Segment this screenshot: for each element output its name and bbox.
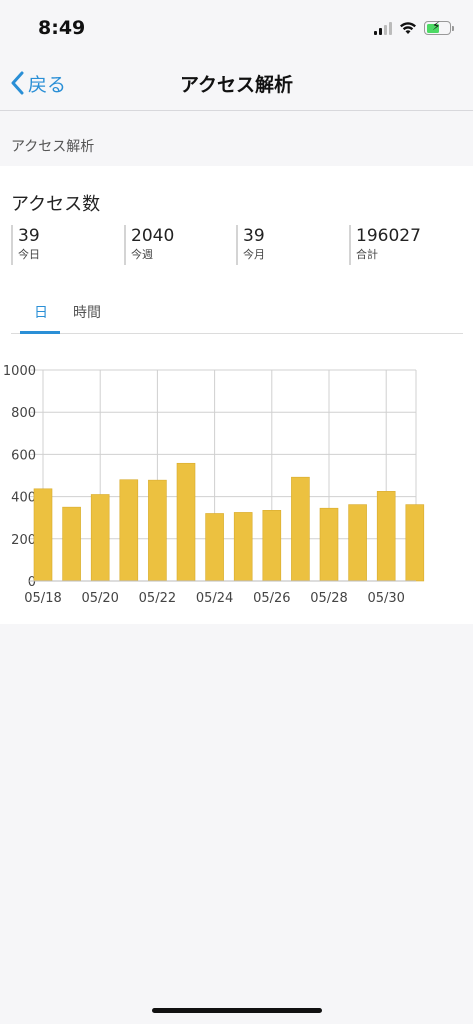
bar	[262, 510, 282, 582]
y-tick-label: 800	[11, 406, 36, 421]
x-tick-label: 05/30	[367, 591, 404, 606]
y-tick-label: 200	[11, 533, 36, 548]
access-count-card: アクセス数 39 今日 2040 今週 39 今月 196027 合計 日 時間…	[0, 166, 473, 624]
bar	[176, 462, 196, 582]
bar	[148, 479, 167, 582]
x-tick-label: 05/22	[139, 591, 176, 606]
stat-label: 今日	[18, 248, 40, 261]
y-tick-label: 1000	[3, 364, 36, 379]
stats-row: 39 今日 2040 今週 39 今月 196027 合計	[11, 225, 463, 265]
stat-this-month: 39 今月	[236, 225, 265, 265]
page-title: アクセス解析	[179, 74, 294, 96]
period-tabs: 日 時間	[11, 294, 463, 334]
stat-today: 39 今日	[11, 225, 40, 265]
navigation-bar: 戻る アクセス解析	[0, 56, 473, 111]
tab-day[interactable]: 日	[34, 302, 48, 322]
x-tick-label: 05/18	[24, 591, 61, 606]
y-tick-label: 600	[11, 448, 36, 463]
status-icons: ⚡	[374, 19, 454, 37]
bar	[119, 479, 139, 582]
access-bar-chart: 0200400600800100005/18 05/20 05/22 05/24 05/…	[3, 364, 425, 606]
bar	[90, 494, 110, 582]
home-indicator	[152, 1008, 322, 1013]
stat-total: 196027 合計	[349, 225, 421, 265]
stat-value: 39	[18, 226, 40, 246]
bar	[33, 488, 53, 582]
bar	[291, 476, 310, 582]
bar	[233, 512, 253, 582]
wifi-icon	[400, 22, 416, 34]
stat-label: 今週	[131, 248, 153, 261]
card-title: アクセス数	[11, 194, 101, 215]
stat-value: 39	[243, 226, 265, 246]
bar	[376, 491, 396, 582]
x-tick-label: 05/28	[310, 591, 347, 606]
stat-label: 今月	[243, 248, 265, 261]
x-tick-label: 05/24	[196, 591, 233, 606]
section-header: アクセス解析	[11, 139, 95, 155]
x-tick-label: 05/20	[81, 591, 118, 606]
stat-label: 合計	[356, 248, 378, 261]
y-tick-label: 400	[11, 491, 36, 506]
cellular-signal-icon	[374, 21, 392, 35]
status-time: 8:49	[38, 17, 86, 39]
active-tab-indicator	[20, 331, 60, 334]
bar	[319, 507, 339, 582]
stat-this-week: 2040 今週	[124, 225, 174, 265]
stat-value: 196027	[356, 226, 421, 246]
status-bar: 8:49 ⚡	[0, 0, 473, 56]
tab-hour[interactable]: 時間	[73, 302, 101, 322]
bar	[348, 504, 367, 582]
bar	[405, 504, 425, 582]
bar	[62, 506, 81, 582]
battery-icon: ⚡	[424, 19, 454, 35]
bar	[205, 513, 224, 582]
stat-value: 2040	[131, 226, 175, 246]
x-tick-label: 05/26	[253, 591, 290, 606]
